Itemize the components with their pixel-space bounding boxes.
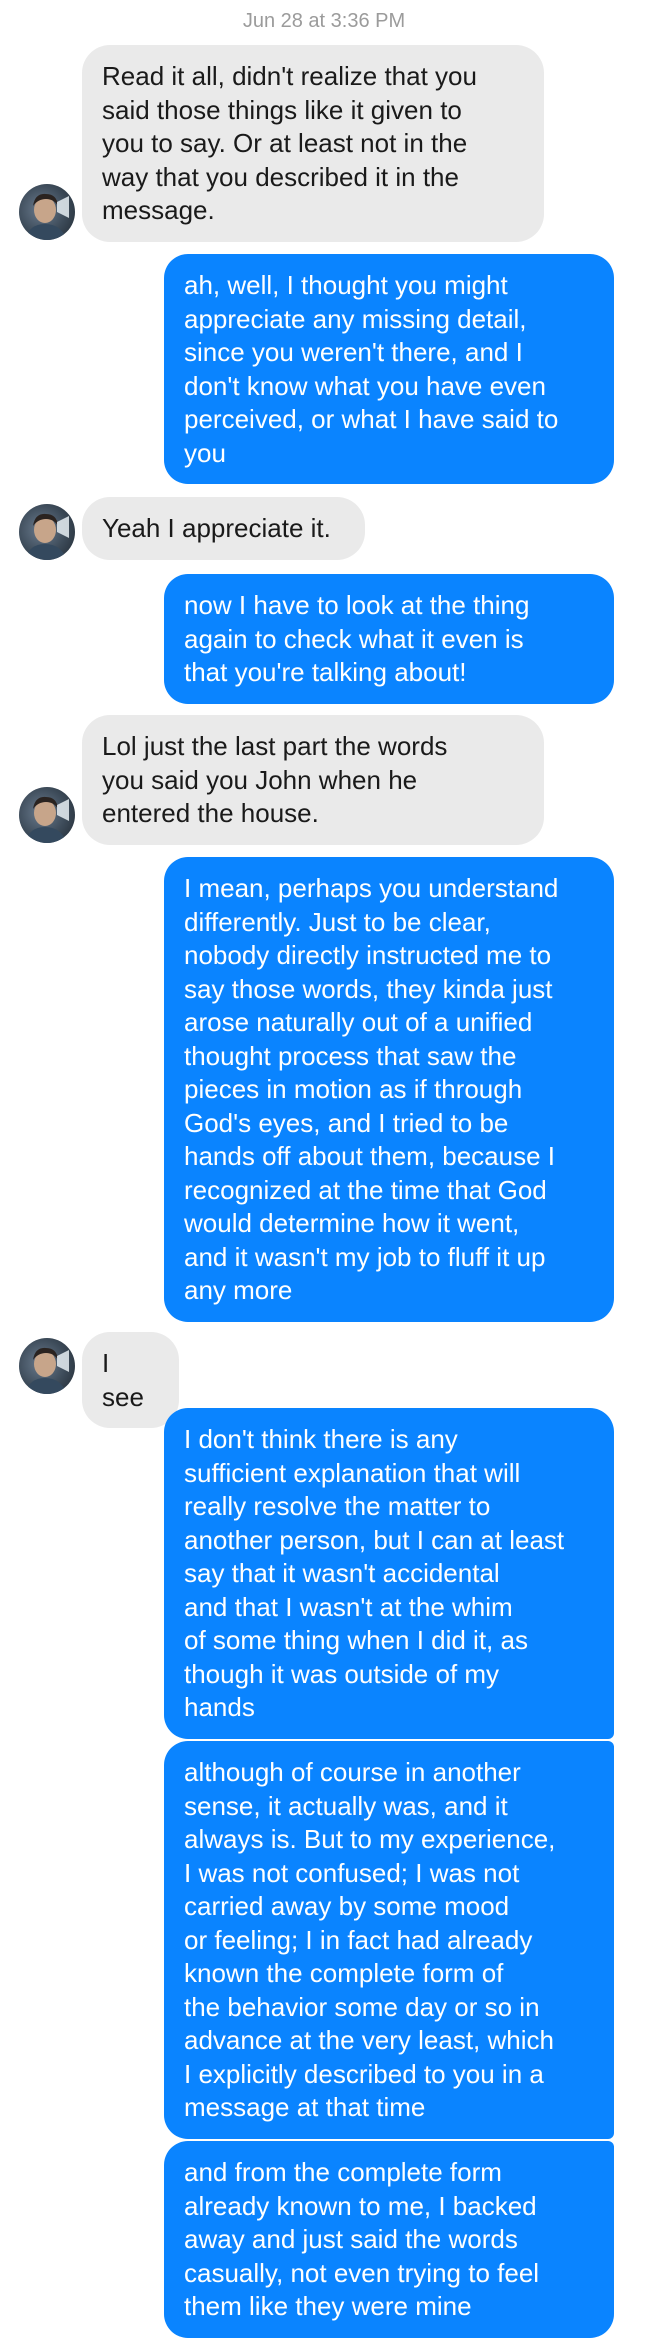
thread-timestamp: Jun 28 at 3:36 PM [242, 10, 406, 32]
contact-avatar[interactable] [19, 184, 75, 240]
incoming-message-bubble[interactable]: Lol just the last part the words you sai… [82, 715, 544, 845]
incoming-message-bubble[interactable]: I see [82, 1332, 179, 1428]
contact-avatar-photo-icon [25, 796, 69, 843]
outgoing-message-bubble[interactable]: I mean, perhaps you understand different… [164, 857, 614, 1322]
outgoing-message-bubble[interactable]: now I have to look at the thing again to… [164, 574, 614, 704]
outgoing-message-bubble[interactable]: I don't think there is any sufficient ex… [164, 1408, 614, 1739]
outgoing-message-bubble[interactable]: ah, well, I thought you might appreciate… [164, 254, 614, 484]
outgoing-message-bubble[interactable]: and from the complete form already known… [164, 2141, 614, 2338]
contact-avatar[interactable] [19, 1338, 75, 1394]
outgoing-message-bubble[interactable]: although of course in another sense, it … [164, 1741, 614, 2139]
contact-avatar[interactable] [19, 787, 75, 843]
contact-avatar-photo-icon [25, 193, 69, 240]
message-thread: Jun 28 at 3:36 PM Read it all, didn't re… [0, 0, 648, 2338]
incoming-message-bubble[interactable]: Read it all, didn't realize that you sai… [82, 45, 544, 242]
contact-avatar[interactable] [19, 504, 75, 560]
incoming-message-bubble[interactable]: Yeah I appreciate it. [82, 497, 365, 560]
contact-avatar-photo-icon [25, 1347, 69, 1394]
contact-avatar-photo-icon [25, 513, 69, 560]
